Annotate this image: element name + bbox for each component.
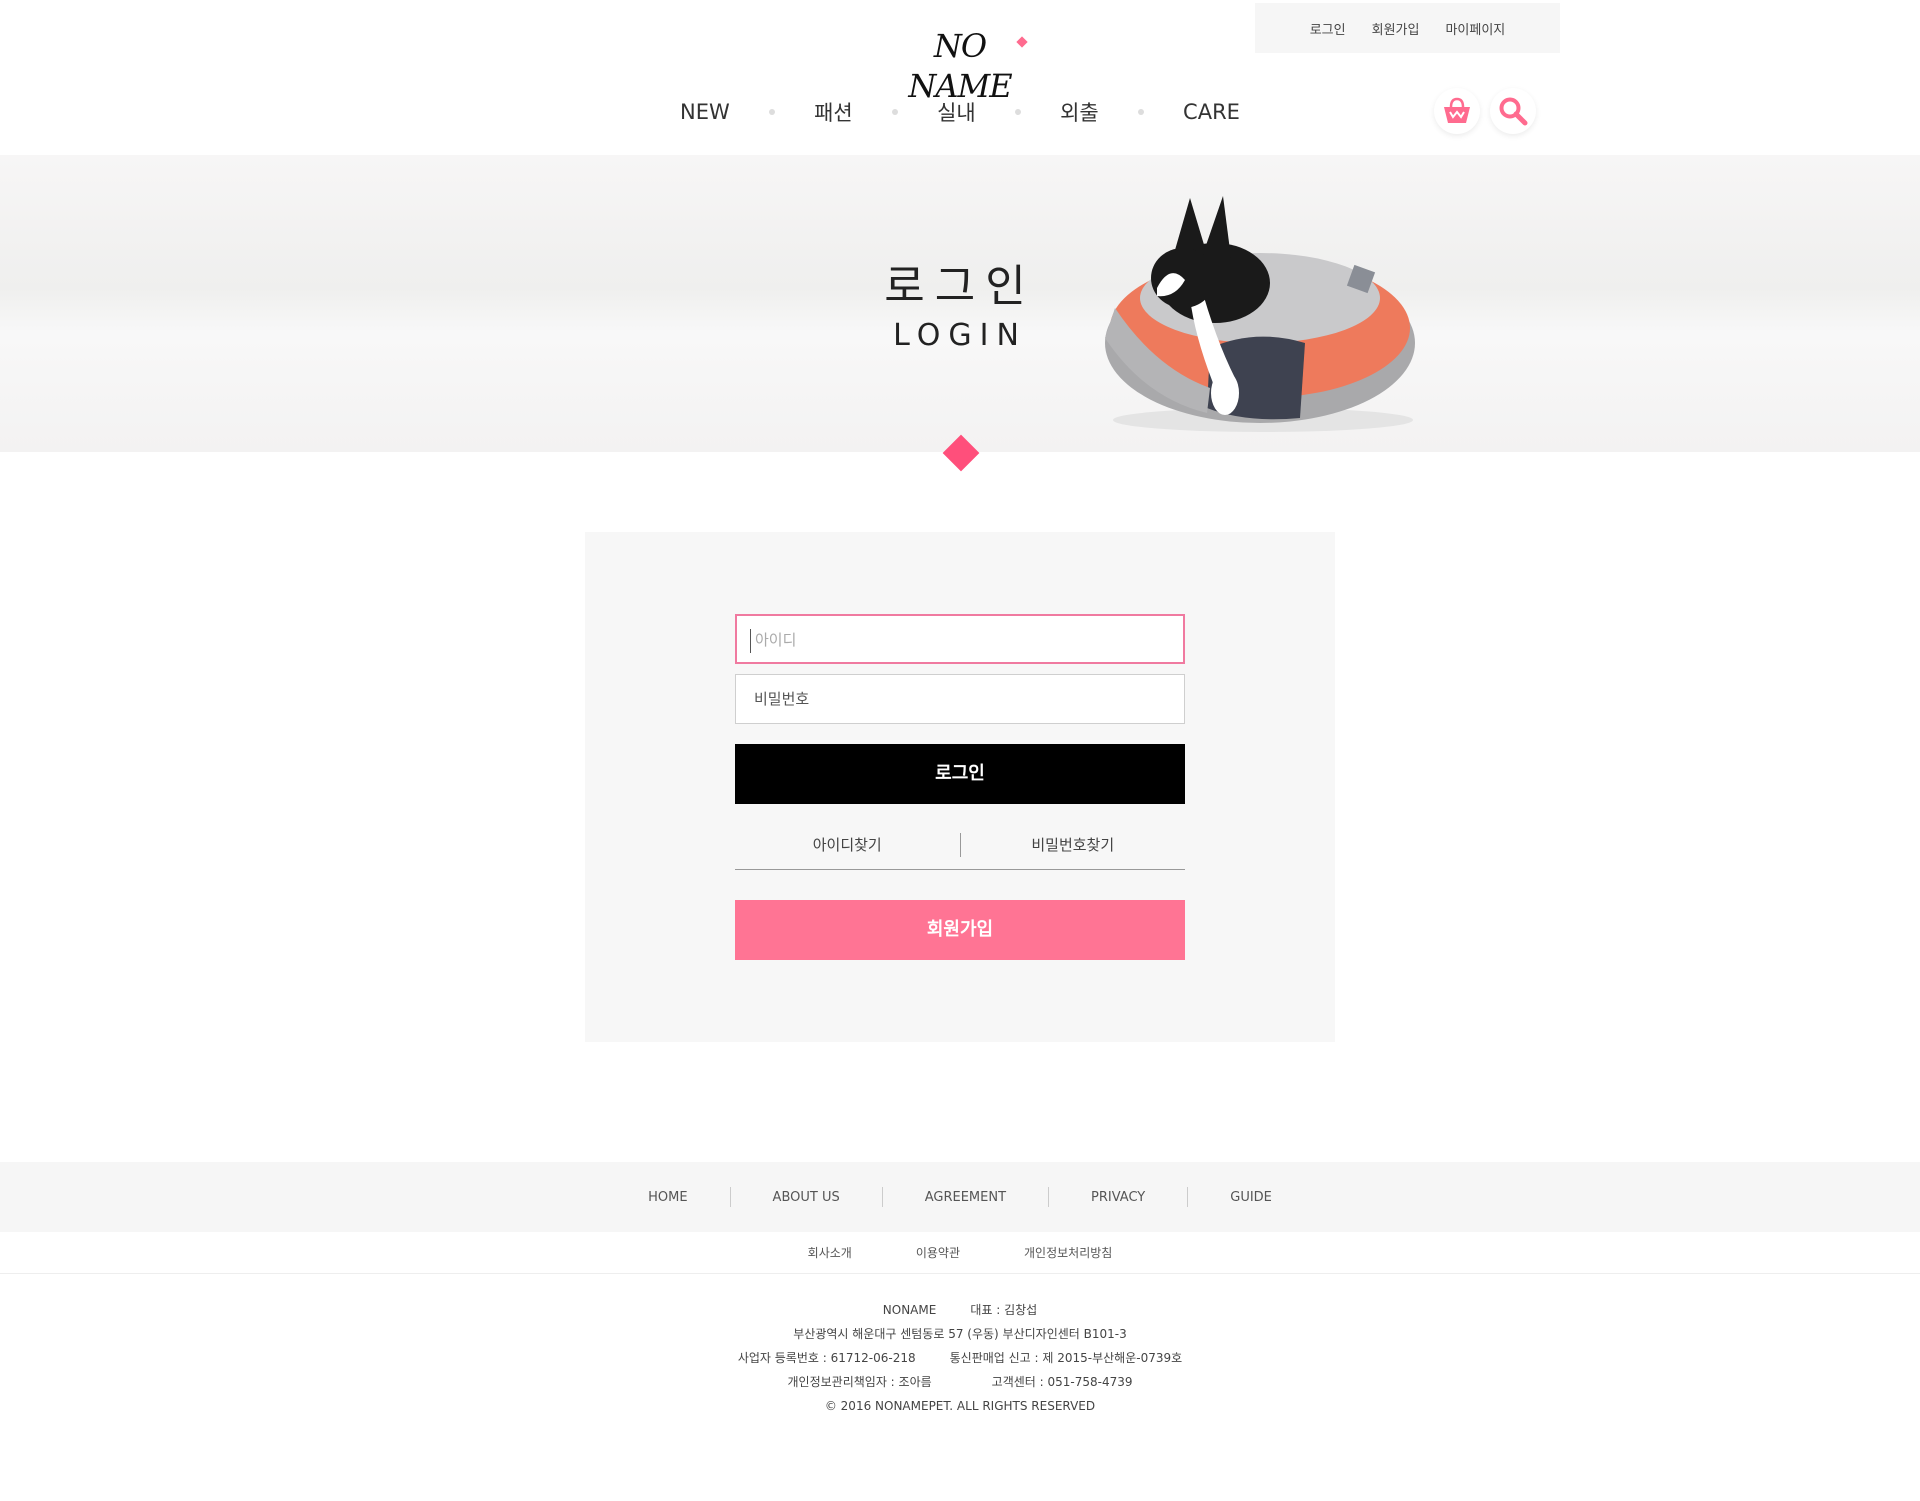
- search-button[interactable]: [1490, 88, 1536, 134]
- search-icon: [1499, 97, 1528, 126]
- text-caret: [750, 628, 751, 653]
- nav-separator: [1137, 109, 1144, 115]
- footer-privacy-link[interactable]: PRIVACY: [1049, 1190, 1187, 1205]
- password-input[interactable]: 비밀번호: [735, 674, 1185, 724]
- copyright: © 2016 NONAMEPET. ALL RIGHTS RESERVED: [824, 1399, 1096, 1413]
- footer-agreement-link[interactable]: AGREEMENT: [883, 1190, 1048, 1205]
- terms-link[interactable]: 이용약관: [916, 1244, 960, 1261]
- nav-separator: [1014, 109, 1021, 115]
- top-links: 로그인 회원가입 마이페이지: [1255, 3, 1560, 53]
- find-id-link[interactable]: 아이디찾기: [735, 834, 960, 855]
- company-info: NONAME 대표 : 김창섭 부산광역시 해운대구 센텀동로 57 (우동) 부…: [0, 1298, 1920, 1418]
- find-account-row: 아이디찾기 비밀번호찾기: [735, 820, 1185, 870]
- nav-item-care[interactable]: CARE: [1183, 100, 1240, 124]
- top-login-link[interactable]: 로그인: [1310, 19, 1346, 38]
- nav-separator: [891, 109, 898, 115]
- footer-sub-links: 회사소개 이용약관 개인정보처리방침: [0, 1232, 1920, 1274]
- footer-guide-link[interactable]: GUIDE: [1188, 1190, 1314, 1205]
- shopping-bag-icon: [1444, 97, 1470, 123]
- business-number: 사업자 등록번호 : 61712-06-218: [737, 1351, 916, 1365]
- privacy-policy-link[interactable]: 개인정보처리방침: [1024, 1244, 1112, 1261]
- main-nav: NEW 패션 실내 외출 CARE: [680, 92, 1240, 132]
- dog-bed-photo: [1105, 196, 1415, 432]
- top-join-link[interactable]: 회원가입: [1372, 19, 1420, 38]
- page-subtitle: LOGIN: [893, 318, 1027, 353]
- company-intro-link[interactable]: 회사소개: [808, 1244, 852, 1261]
- login-button[interactable]: 로그인: [735, 744, 1185, 804]
- nav-item-fashion[interactable]: 패션: [814, 97, 853, 127]
- join-button[interactable]: 회원가입: [735, 900, 1185, 960]
- find-password-link[interactable]: 비밀번호찾기: [961, 834, 1186, 855]
- ceo-info: 대표 : 김창섭: [970, 1303, 1038, 1317]
- mail-order-number: 통신판매업 신고 : 제 2015-부산해운-0739호: [949, 1351, 1183, 1365]
- nav-item-new[interactable]: NEW: [680, 100, 730, 124]
- id-input[interactable]: 아이디: [735, 614, 1185, 664]
- password-placeholder: 비밀번호: [754, 690, 810, 708]
- footer-home-link[interactable]: HOME: [606, 1190, 729, 1205]
- nav-separator: [768, 109, 775, 115]
- footer-about-link[interactable]: ABOUT US: [731, 1190, 882, 1205]
- address-info: 부산광역시 해운대구 센텀동로 57 (우동) 부산디자인센터 B101-3: [793, 1327, 1127, 1341]
- customer-center: 고객센터 : 051-758-4739: [991, 1375, 1133, 1389]
- site-logo[interactable]: NO NAME: [890, 26, 1030, 105]
- cart-button[interactable]: [1434, 88, 1480, 134]
- page-title: 로그인: [884, 261, 1036, 312]
- footer-nav: HOME ABOUT US AGREEMENT PRIVACY GUIDE: [0, 1162, 1920, 1232]
- privacy-officer: 개인정보관리책임자 : 조아름: [787, 1375, 932, 1389]
- nav-item-outdoor[interactable]: 외출: [1060, 97, 1099, 127]
- company-name: NONAME: [882, 1303, 937, 1317]
- id-placeholder: 아이디: [755, 631, 797, 649]
- top-mypage-link[interactable]: 마이페이지: [1445, 19, 1505, 38]
- nav-item-indoor[interactable]: 실내: [937, 97, 976, 127]
